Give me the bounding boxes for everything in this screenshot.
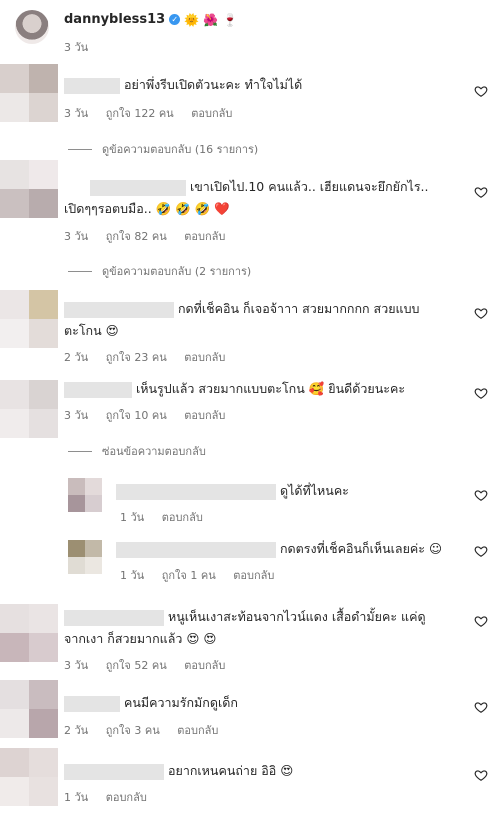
- like-heart-icon[interactable]: [474, 614, 488, 628]
- comment-avatar[interactable]: [0, 680, 58, 738]
- post-time: 3 วัน: [64, 41, 89, 54]
- like-heart-icon[interactable]: [474, 700, 488, 714]
- like-heart-icon[interactable]: [474, 306, 488, 320]
- comment-meta: 3 วัน ถูกใจ 10 คน ตอบกลับ: [64, 406, 239, 424]
- hide-replies-button[interactable]: ซ่อนข้อความตอบกลับ: [68, 442, 206, 460]
- comment-time: 2 วัน: [64, 351, 89, 364]
- comment-time: 3 วัน: [64, 409, 89, 422]
- blurred-username[interactable]: [116, 483, 276, 500]
- blurred-username[interactable]: [64, 77, 120, 94]
- reply-text: ดูได้ที่ไหนคะ: [116, 480, 349, 502]
- comment-text: อยากเหนคนถ่าย อิอิ 😍: [64, 760, 293, 782]
- comment-time: 3 วัน: [64, 107, 89, 120]
- comment-meta: 2 วัน ถูกใจ 23 คน ตอบกลับ: [64, 348, 239, 366]
- reply-button[interactable]: ตอบกลับ: [184, 409, 225, 422]
- blurred-username[interactable]: [64, 609, 164, 626]
- reply-text: กดตรงที่เช็คอินก็เห็นเลยค่ะ ☺: [116, 538, 442, 560]
- comment-likes[interactable]: ถูกใจ 23 คน: [106, 351, 167, 364]
- comment-meta: 3 วัน ถูกใจ 122 คน ตอบกลับ: [64, 104, 246, 122]
- comment-likes[interactable]: ถูกใจ 3 คน: [106, 724, 160, 737]
- comment-avatar[interactable]: [0, 160, 58, 218]
- post-username-emojis: 🌞 🌺 🍷: [184, 12, 238, 27]
- like-heart-icon[interactable]: [474, 488, 488, 502]
- reply-button[interactable]: ตอบกลับ: [162, 511, 203, 524]
- reply-button[interactable]: ตอบกลับ: [106, 791, 147, 804]
- post-author-row: dannybless13 ✓ 🌞 🌺 🍷: [64, 12, 237, 27]
- post-author-avatar[interactable]: [15, 10, 49, 44]
- comment-text-line2: จากเงา ก็สวยมากแล้ว 😍 😍: [64, 631, 217, 646]
- comment-meta: 1 วัน ตอบกลับ: [64, 788, 161, 806]
- comment-text: อย่าพึ่งรีบเปิดตัวนะคะ ทำใจไม่ได้: [64, 74, 302, 96]
- comment-text: กดที่เช็คอิน ก็เจอจ้าาา สวยมากกกก สวยแบบ: [64, 298, 419, 320]
- comment-time: 3 วัน: [64, 659, 89, 672]
- reply-button[interactable]: ตอบกลับ: [233, 569, 274, 582]
- post-username[interactable]: dannybless13: [64, 12, 165, 27]
- reply-button[interactable]: ตอบกลับ: [184, 230, 225, 243]
- reply-button[interactable]: ตอบกลับ: [184, 659, 225, 672]
- comment-meta: 2 วัน ถูกใจ 3 คน ตอบกลับ: [64, 721, 232, 739]
- comment-text: หนูเห็นเงาสะท้อนจากไวน์แดง เสื้อดำมั้ยคะ…: [64, 606, 426, 628]
- comment-avatar[interactable]: [0, 290, 58, 348]
- reply-button[interactable]: ตอบกลับ: [177, 724, 218, 737]
- comment-likes[interactable]: ถูกใจ 10 คน: [106, 409, 167, 422]
- reply-meta: 1 วัน ถูกใจ 1 คน ตอบกลับ: [120, 566, 288, 584]
- blurred-username[interactable]: [90, 179, 186, 196]
- reply-meta: 1 วัน ตอบกลับ: [120, 508, 217, 526]
- comment-avatar[interactable]: [0, 380, 58, 438]
- reply-time: 1 วัน: [120, 511, 145, 524]
- reply-avatar[interactable]: [68, 478, 102, 512]
- verified-badge-icon: ✓: [169, 14, 181, 25]
- comment-text: เขาเปิดไป.10 คนแล้ว.. เฮียแดนจะยึกยักไร.…: [90, 176, 429, 198]
- blurred-username[interactable]: [64, 381, 132, 398]
- comment-likes[interactable]: ถูกใจ 52 คน: [106, 659, 167, 672]
- comment-time: 2 วัน: [64, 724, 89, 737]
- reply-button[interactable]: ตอบกลับ: [184, 351, 225, 364]
- comment-avatar[interactable]: [0, 748, 58, 806]
- like-heart-icon[interactable]: [474, 84, 488, 98]
- like-heart-icon[interactable]: [474, 544, 488, 558]
- like-heart-icon[interactable]: [474, 185, 488, 199]
- view-replies-button[interactable]: ดูข้อความตอบกลับ (16 รายการ): [68, 140, 258, 158]
- blurred-username[interactable]: [64, 763, 164, 780]
- reply-likes[interactable]: ถูกใจ 1 คน: [162, 569, 216, 582]
- like-heart-icon[interactable]: [474, 768, 488, 782]
- comment-meta: 3 วัน ถูกใจ 82 คน ตอบกลับ: [64, 227, 239, 245]
- comment-text: คนมีความรักมักดูเด็ก: [64, 692, 238, 714]
- comment-text-line2: ตะโกน 😍: [64, 323, 119, 338]
- comment-avatar[interactable]: [0, 604, 58, 662]
- comment-likes[interactable]: ถูกใจ 82 คน: [106, 230, 167, 243]
- comment-likes[interactable]: ถูกใจ 122 คน: [106, 107, 174, 120]
- comment-time: 1 วัน: [64, 791, 89, 804]
- reply-button[interactable]: ตอบกลับ: [191, 107, 232, 120]
- comment-avatar[interactable]: [0, 64, 58, 122]
- blurred-username[interactable]: [64, 695, 120, 712]
- blurred-username[interactable]: [116, 541, 276, 558]
- reply-avatar[interactable]: [68, 540, 102, 574]
- comment-time: 3 วัน: [64, 230, 89, 243]
- comment-meta: 3 วัน ถูกใจ 52 คน ตอบกลับ: [64, 656, 239, 674]
- reply-time: 1 วัน: [120, 569, 145, 582]
- blurred-username[interactable]: [64, 301, 174, 318]
- comment-text: เห็นรูปแล้ว สวยมากแบบตะโกน 🥰 ยินดีด้วยนะ…: [64, 378, 405, 400]
- comment-text-line2: เปิดๆๆรอตบมือ.. 🤣 🤣 🤣 ❤️: [64, 201, 230, 216]
- view-replies-button[interactable]: ดูข้อความตอบกลับ (2 รายการ): [68, 262, 251, 280]
- like-heart-icon[interactable]: [474, 386, 488, 400]
